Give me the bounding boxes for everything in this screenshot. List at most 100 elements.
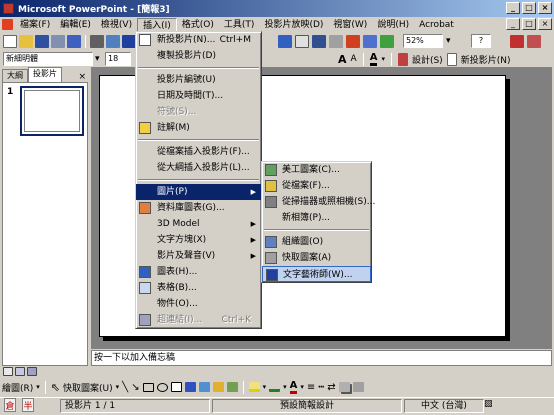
powerpoint-app-icon[interactable] [3,3,14,14]
menu-item-0[interactable]: 新投影片(N)... Ctrl+M [136,32,261,48]
show-formatting-icon[interactable] [346,34,360,48]
line-color-icon[interactable] [269,382,281,392]
notes-pane[interactable]: 按一下以加入備忘稿 [91,350,552,366]
menu-item-2[interactable]: 從掃描器或照相機(S)... [262,194,375,210]
dash-style-icon[interactable]: ┅ [318,382,324,393]
draw-menu-button[interactable]: 繪圖(R) [2,381,33,394]
autoshapes-button[interactable]: 快取圖案(U) [63,381,113,394]
insert-chart-icon[interactable] [278,34,292,48]
fill-dropdown-icon[interactable]: ▾ [263,383,267,391]
ime-mode-icon[interactable]: 半 [22,398,34,412]
menu-insert[interactable]: 插入(I) [137,17,177,32]
menu-item-1[interactable]: 複製投影片(D) [136,48,261,64]
decrease-font-icon[interactable]: A [351,54,357,64]
menu-item-5[interactable]: 符號(S)... [136,104,261,120]
zoom-select[interactable]: 52% [403,34,443,48]
menu-help[interactable]: 說明(H) [372,18,414,32]
oval-icon[interactable] [156,382,168,392]
font-size-select[interactable]: 18 [105,52,131,66]
font-name-select[interactable]: 新細明體 [3,52,93,66]
slideshow-view-icon[interactable] [27,367,37,376]
language-bar-icon[interactable]: 倉 [4,398,16,412]
menu-item-0[interactable]: 美工圖案(C)... [262,162,371,178]
doc-close-button[interactable]: × [538,18,552,30]
sorter-view-icon[interactable] [15,367,25,376]
menu-item-4[interactable]: 日期及時間(T)... [136,88,261,104]
increase-font-icon[interactable]: A [338,53,347,66]
design-icon[interactable] [397,52,408,66]
adobe-email-icon[interactable] [527,34,541,48]
new-icon[interactable] [3,34,17,48]
menu-format[interactable]: 格式(O) [177,18,219,32]
arrow-icon[interactable]: ↘ [131,382,139,393]
menu-item-15[interactable]: 影片及聲音(V) ▶ [136,248,261,264]
rectangle-icon[interactable] [142,382,154,392]
color-grayscale-icon[interactable] [380,34,394,48]
new-slide-button[interactable]: 新投影片(N) [461,53,511,66]
menu-edit[interactable]: 編輯(E) [55,18,96,32]
line-style-icon[interactable]: ≡ [307,382,315,393]
line-icon[interactable]: ╲ [122,382,128,393]
picture-toolbar-icon[interactable] [226,382,238,392]
spelling-icon[interactable] [122,34,136,48]
slide-thumbnail[interactable] [20,86,84,136]
arrow-style-icon[interactable]: ⇄ [327,382,335,393]
menu-tools[interactable]: 工具(T) [219,18,260,32]
menu-item-3[interactable]: 新相簿(P)... [262,210,371,226]
menu-item-5[interactable]: 組織圖(O) [262,234,371,250]
menu-file[interactable]: 檔案(F) [15,18,55,32]
expand-all-icon[interactable] [329,34,343,48]
menu-item-3[interactable]: 投影片編號(U) [136,72,261,88]
tables-borders-icon[interactable] [312,34,326,48]
menu-item-6[interactable]: 註解(M) [136,120,261,136]
document-icon[interactable] [2,19,13,30]
menu-window[interactable]: 視窗(W) [328,18,372,32]
wordart-toolbar-icon[interactable] [184,382,196,392]
doc-maximize-button[interactable]: □ [522,18,536,30]
menu-item-7[interactable]: 文字藝術師(W)... [262,266,371,282]
menu-acrobat[interactable]: Acrobat [414,18,459,32]
draw-font-color-dropdown-icon[interactable]: ▾ [300,383,304,391]
menu-item-8[interactable]: 從檔案插入投影片(F)... [136,144,261,160]
menu-item-14[interactable]: 文字方塊(X) ▶ [136,232,261,248]
save-icon[interactable] [35,34,49,48]
menu-item-1[interactable]: 從檔案(F)... [262,178,371,194]
menu-item-18[interactable]: 物件(O)... [136,296,261,312]
new-slide-icon[interactable] [446,52,457,66]
doc-minimize-button[interactable]: _ [506,18,520,30]
normal-view-icon[interactable] [3,367,13,376]
tab-outline[interactable]: 大綱 [2,69,28,82]
minimize-button[interactable]: _ [506,2,520,14]
font-color-dropdown-icon[interactable]: ▾ [381,55,385,63]
tab-slides[interactable]: 投影片 [28,67,62,82]
line-color-dropdown-icon[interactable]: ▾ [283,383,287,391]
menu-item-11[interactable]: 圖片(P) ▶ [136,184,261,200]
3d-style-icon[interactable] [352,382,364,392]
menu-item-13[interactable]: 3D Model ▶ [136,216,261,232]
menu-item-19[interactable]: 超連結(I)... Ctrl+K [136,312,261,328]
draw-font-color-icon[interactable]: A [289,380,298,394]
autoshapes-dropdown-icon[interactable]: ▾ [116,383,120,391]
textbox-icon[interactable] [170,382,182,392]
font-color-icon[interactable]: A [369,52,378,66]
clipart-toolbar-icon[interactable] [212,382,224,392]
fill-color-icon[interactable] [248,382,260,392]
preview-icon[interactable] [106,34,120,48]
diagram-toolbar-icon[interactable] [198,382,210,392]
spelling-status-icon[interactable]: ▧ [484,399,498,413]
print-icon[interactable] [90,34,104,48]
maximize-button[interactable]: □ [522,2,536,14]
panel-close-icon[interactable]: × [78,72,88,82]
menu-item-16[interactable]: 圖表(H)... [136,264,261,280]
draw-dropdown-icon[interactable]: ▾ [36,383,40,391]
insert-table-icon[interactable] [295,34,309,48]
design-button[interactable]: 設計(S) [412,53,443,66]
help-button[interactable]: ? [471,34,491,48]
zoom-dropdown-icon[interactable]: ▾ [446,36,454,46]
menu-slideshow[interactable]: 投影片放映(D) [259,18,328,32]
permission-icon[interactable] [51,34,65,48]
menu-item-9[interactable]: 從大綱插入投影片(L)... [136,160,261,176]
close-button[interactable]: × [538,2,552,14]
select-pointer-icon[interactable]: ⇖ [51,381,60,394]
menu-item-17[interactable]: 表格(B)... [136,280,261,296]
